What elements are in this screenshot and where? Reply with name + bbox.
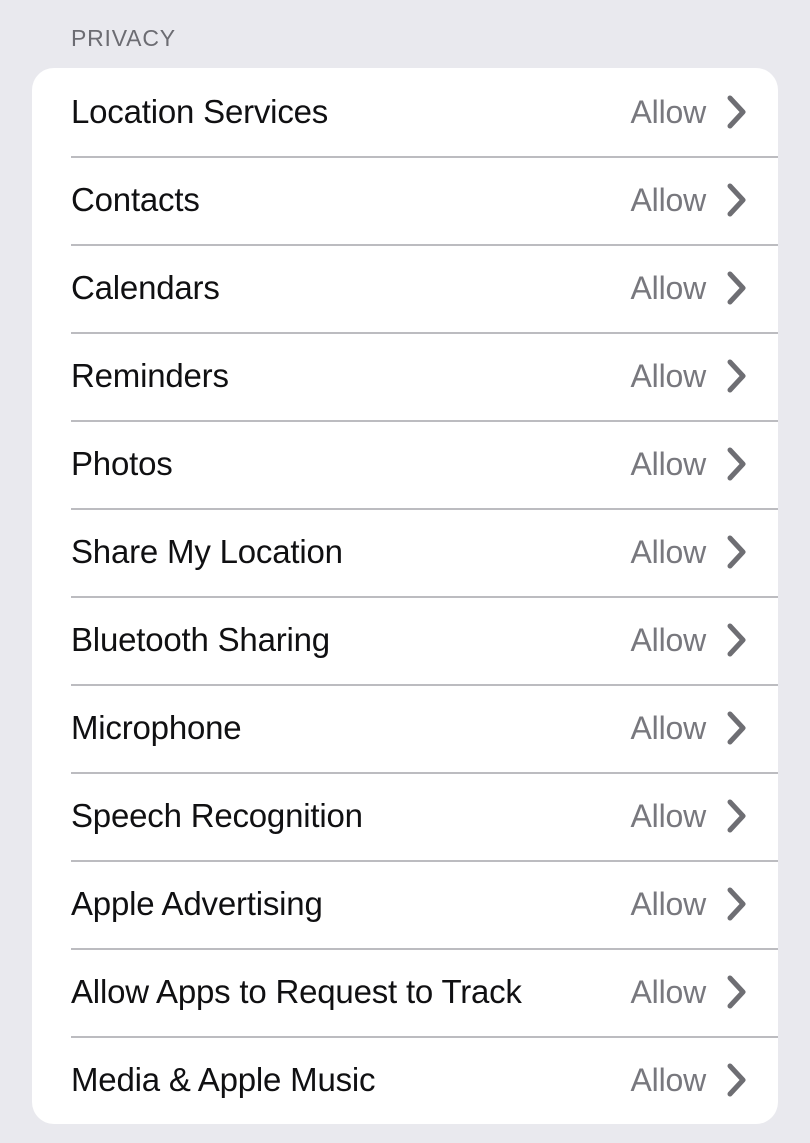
settings-row-label: Location Services bbox=[71, 93, 329, 130]
settings-row[interactable]: Share My Location Allow bbox=[32, 508, 778, 596]
settings-row-accessory: Allow bbox=[631, 181, 778, 219]
settings-row-accessory: Allow bbox=[631, 885, 778, 923]
settings-row[interactable]: Microphone Allow bbox=[32, 684, 778, 772]
privacy-settings-list: Location Services Allow Contacts Allow C… bbox=[32, 68, 778, 1124]
settings-row-label: Media & Apple Music bbox=[71, 1061, 376, 1098]
settings-row[interactable]: Contacts Allow bbox=[32, 156, 778, 244]
settings-row-label: Reminders bbox=[71, 357, 229, 394]
settings-row-value: Allow bbox=[630, 182, 707, 218]
settings-row-accessory: Allow bbox=[631, 357, 778, 395]
settings-row-accessory: Allow bbox=[631, 269, 778, 307]
settings-row-value: Allow bbox=[630, 798, 707, 834]
chevron-right-icon bbox=[727, 359, 747, 393]
settings-row-value: Allow bbox=[630, 94, 707, 130]
settings-row-value: Allow bbox=[630, 974, 707, 1010]
chevron-right-icon bbox=[727, 799, 747, 833]
settings-row[interactable]: Apple Advertising Allow bbox=[32, 860, 778, 948]
settings-row-accessory: Allow bbox=[631, 973, 778, 1011]
chevron-right-icon bbox=[727, 447, 747, 481]
settings-row-accessory: Allow bbox=[631, 797, 778, 835]
chevron-right-icon bbox=[727, 975, 747, 1009]
settings-row[interactable]: Media & Apple Music Allow bbox=[32, 1036, 778, 1124]
settings-row-value: Allow bbox=[630, 622, 707, 658]
settings-row-label: Allow Apps to Request to Track bbox=[71, 973, 522, 1010]
settings-row-value: Allow bbox=[630, 1062, 707, 1098]
settings-row[interactable]: Location Services Allow bbox=[32, 68, 778, 156]
settings-row-accessory: Allow bbox=[631, 709, 778, 747]
settings-row-value: Allow bbox=[630, 534, 707, 570]
settings-row-value: Allow bbox=[630, 446, 707, 482]
settings-row-value: Allow bbox=[630, 886, 707, 922]
settings-row-value: Allow bbox=[630, 710, 707, 746]
settings-row-accessory: Allow bbox=[631, 93, 778, 131]
settings-row[interactable]: Photos Allow bbox=[32, 420, 778, 508]
settings-row-label: Apple Advertising bbox=[71, 885, 323, 922]
chevron-right-icon bbox=[727, 95, 747, 129]
chevron-right-icon bbox=[727, 1063, 747, 1097]
chevron-right-icon bbox=[727, 183, 747, 217]
settings-row[interactable]: Reminders Allow bbox=[32, 332, 778, 420]
chevron-right-icon bbox=[727, 887, 747, 921]
settings-row-value: Allow bbox=[630, 358, 707, 394]
settings-row-label: Speech Recognition bbox=[71, 797, 363, 834]
settings-row-label: Microphone bbox=[71, 709, 242, 746]
settings-row[interactable]: Allow Apps to Request to Track Allow bbox=[32, 948, 778, 1036]
settings-row[interactable]: Calendars Allow bbox=[32, 244, 778, 332]
settings-row-label: Share My Location bbox=[71, 533, 343, 570]
chevron-right-icon bbox=[727, 623, 747, 657]
settings-row-accessory: Allow bbox=[631, 533, 778, 571]
settings-row-label: Calendars bbox=[71, 269, 220, 306]
settings-row[interactable]: Bluetooth Sharing Allow bbox=[32, 596, 778, 684]
section-header-privacy: PRIVACY bbox=[71, 25, 176, 51]
settings-row-accessory: Allow bbox=[631, 445, 778, 483]
settings-row[interactable]: Speech Recognition Allow bbox=[32, 772, 778, 860]
chevron-right-icon bbox=[727, 535, 747, 569]
settings-row-accessory: Allow bbox=[631, 621, 778, 659]
chevron-right-icon bbox=[727, 271, 747, 305]
chevron-right-icon bbox=[727, 711, 747, 745]
settings-row-accessory: Allow bbox=[631, 1061, 778, 1099]
privacy-settings-screen: PRIVACY Location Services Allow Contacts… bbox=[0, 0, 810, 1143]
settings-row-label: Contacts bbox=[71, 181, 200, 218]
settings-row-label: Photos bbox=[71, 445, 173, 482]
settings-row-label: Bluetooth Sharing bbox=[71, 621, 330, 658]
settings-row-value: Allow bbox=[630, 270, 707, 306]
